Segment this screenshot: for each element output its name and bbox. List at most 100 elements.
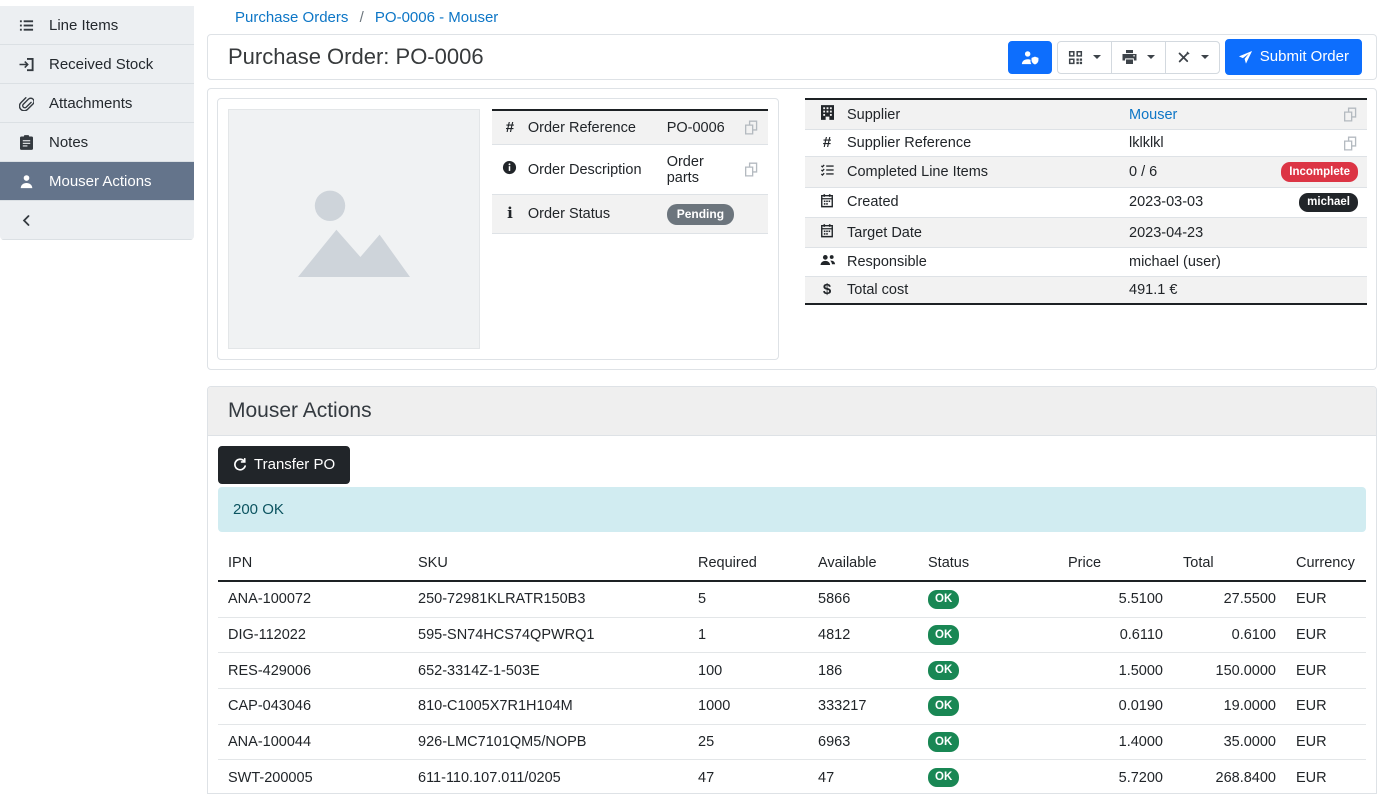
column-header-status[interactable]: Status (918, 549, 1058, 581)
page-header: Purchase Order: PO-0006 (207, 34, 1377, 80)
barcode-actions-button[interactable] (1057, 41, 1112, 74)
detail-row: Responsiblemichael (user) (805, 248, 1367, 277)
dollar-icon: $ (823, 282, 831, 297)
column-header-total[interactable]: Total (1173, 549, 1286, 581)
cell-total: 268.8400 (1173, 760, 1286, 794)
image-icon (289, 169, 419, 289)
cell-required: 47 (688, 760, 808, 794)
cell-required: 1000 (688, 688, 808, 724)
table-header-row: IPNSKURequiredAvailableStatusPriceTotalC… (218, 549, 1366, 581)
panel-body: Transfer PO 200 OK IPNSKURequiredAvailab… (208, 436, 1376, 794)
breadcrumb-purchase-orders[interactable]: Purchase Orders (235, 9, 348, 26)
submit-order-button[interactable]: Submit Order (1225, 39, 1362, 75)
column-header-price[interactable]: Price (1058, 549, 1173, 581)
detail-label: Order Reference (528, 120, 636, 136)
header-actions: Submit Order (1008, 39, 1362, 75)
clipboard-icon (17, 135, 36, 150)
detail-row: Completed Line Items0 / 6Incomplete (805, 157, 1367, 188)
sidebar-items: Line ItemsReceived StockAttachments Notes… (0, 6, 194, 201)
sidebar-item-line-items[interactable]: Line Items (0, 6, 194, 45)
detail-label: Order Description (528, 162, 642, 178)
ok-status-badge: OK (928, 590, 959, 610)
cell-price: 1.5000 (1058, 653, 1173, 689)
copy-icon[interactable] (1344, 107, 1358, 122)
detail-label: Supplier Reference (847, 135, 971, 151)
building-icon (821, 105, 834, 120)
cell-ipn: CAP-043046 (218, 688, 408, 724)
detail-row: $Total cost491.1 € (805, 277, 1367, 305)
breadcrumb-separator: / (360, 9, 364, 26)
line-item-row: DIG-112022595-SN74HCS74QPWRQ114812OK0.61… (218, 617, 1366, 653)
cell-price: 5.7200 (1058, 760, 1173, 794)
order-actions-button[interactable] (1165, 41, 1220, 74)
cell-ipn: DIG-112022 (218, 617, 408, 653)
copy-icon[interactable] (1344, 136, 1358, 151)
caret-down-icon (1093, 55, 1101, 59)
ok-status-badge: OK (928, 732, 959, 752)
michael-badge: michael (1299, 193, 1358, 213)
copy-icon[interactable] (745, 162, 759, 177)
detail-value: 0 / 6 (1129, 164, 1157, 180)
column-header-required[interactable]: Required (688, 549, 808, 581)
cell-total: 0.6100 (1173, 617, 1286, 653)
cell-price: 1.4000 (1058, 724, 1173, 760)
sidebar-item-notes[interactable]: Notes (0, 123, 194, 162)
mouser-actions-panel: Mouser Actions Transfer PO 200 OK IPNSKU… (207, 386, 1377, 794)
chevron-left-icon (17, 214, 36, 227)
copy-icon[interactable] (745, 120, 759, 135)
line-items-table: IPNSKURequiredAvailableStatusPriceTotalC… (218, 549, 1366, 794)
calendar-icon (820, 193, 834, 208)
sidebar-collapse-button[interactable] (0, 201, 194, 240)
hash-icon: # (823, 135, 831, 150)
complete-order-button[interactable] (1008, 41, 1052, 74)
detail-row: #Supplier Referencelklklkl (805, 130, 1367, 157)
cell-available: 47 (808, 760, 918, 794)
detail-label: Target Date (847, 225, 922, 241)
users-icon (819, 253, 836, 267)
cell-available: 186 (808, 653, 918, 689)
detail-label: Responsible (847, 254, 927, 270)
order-details-card: #Order ReferencePO-0006 Order Description… (207, 88, 1377, 370)
paperclip-icon (17, 96, 36, 111)
order-info-panel: #Order ReferencePO-0006 Order Description… (217, 98, 779, 360)
cell-currency: EUR (1286, 581, 1366, 617)
sidebar-item-attachments[interactable]: Attachments (0, 84, 194, 123)
cell-ipn: ANA-100044 (218, 724, 408, 760)
detail-label: Completed Line Items (847, 164, 988, 180)
cell-price: 0.0190 (1058, 688, 1173, 724)
sidebar-item-label: Notes (49, 134, 88, 151)
column-header-ipn[interactable]: IPN (218, 549, 408, 581)
cell-available: 6963 (808, 724, 918, 760)
sidebar-item-mouser-actions[interactable]: Mouser Actions (0, 162, 194, 201)
detail-row: #Order ReferencePO-0006 (492, 110, 768, 145)
panel-title: Mouser Actions (228, 399, 1356, 423)
line-item-row: SWT-200005611-110.107.011/02054747OK5.72… (218, 760, 1366, 794)
sidebar: Line ItemsReceived StockAttachments Notes… (0, 0, 194, 794)
cell-price: 5.5100 (1058, 581, 1173, 617)
column-header-available[interactable]: Available (808, 549, 918, 581)
breadcrumb-current-order[interactable]: PO-0006 - Mouser (375, 9, 498, 26)
cell-sku: 250-72981KLRATR150B3 (408, 581, 688, 617)
detail-row: Target Date2023-04-23 (805, 218, 1367, 248)
column-header-currency[interactable]: Currency (1286, 549, 1366, 581)
detail-row: iOrder StatusPending (492, 195, 768, 234)
cell-currency: EUR (1286, 617, 1366, 653)
print-actions-button[interactable] (1111, 41, 1166, 74)
sidebar-item-received-stock[interactable]: Received Stock (0, 45, 194, 84)
column-header-sku[interactable]: SKU (408, 549, 688, 581)
cell-required: 100 (688, 653, 808, 689)
user-icon (17, 174, 36, 189)
detail-label: Created (847, 194, 899, 210)
detail-row: SupplierMouser (805, 99, 1367, 130)
app-root: Line ItemsReceived StockAttachments Notes… (0, 0, 1383, 794)
transfer-po-button[interactable]: Transfer PO (218, 446, 350, 484)
refresh-icon (233, 458, 247, 472)
cell-required: 25 (688, 724, 808, 760)
detail-value-link[interactable]: Mouser (1129, 107, 1177, 123)
detail-value: Order parts (667, 154, 704, 186)
submit-order-label: Submit Order (1260, 48, 1349, 66)
order-image-placeholder[interactable] (228, 109, 480, 349)
cell-total: 150.0000 (1173, 653, 1286, 689)
cell-currency: EUR (1286, 724, 1366, 760)
ok-status-badge: OK (928, 625, 959, 645)
